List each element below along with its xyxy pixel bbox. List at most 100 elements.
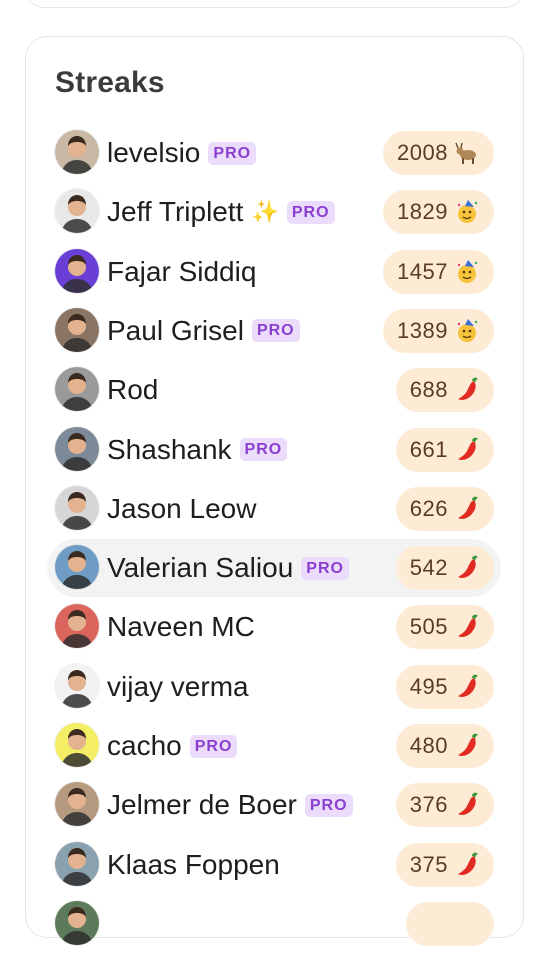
user-name-group: Jeff Triplett ✨ PRO bbox=[107, 183, 335, 241]
streak-count: 495 bbox=[409, 673, 448, 699]
user-name[interactable]: Fajar Siddiq bbox=[107, 256, 256, 288]
streak-row[interactable]: Valerian Saliou PRO 542 bbox=[47, 539, 501, 598]
streak-row[interactable]: Jelmer de Boer PRO 376 bbox=[47, 776, 501, 834]
avatar[interactable] bbox=[55, 189, 99, 234]
user-name[interactable]: Naveen MC bbox=[107, 611, 255, 643]
streak-row[interactable]: Fajar Siddiq 1457 bbox=[47, 243, 501, 301]
streak-row[interactable] bbox=[47, 895, 501, 953]
streak-row[interactable]: vijay verma 495 bbox=[47, 658, 501, 716]
streak-count: 1389 bbox=[397, 317, 448, 343]
avatar[interactable] bbox=[55, 426, 99, 471]
user-name-group: Fajar Siddiq bbox=[107, 243, 256, 301]
streak-badge: 1457 bbox=[383, 249, 494, 294]
user-name[interactable]: Shashank bbox=[107, 434, 232, 466]
pro-badge: PRO bbox=[304, 793, 353, 817]
streak-row[interactable]: Jeff Triplett ✨ PRO 1829 bbox=[47, 183, 501, 241]
user-name-group: Shashank PRO bbox=[107, 421, 288, 479]
chili-pepper-icon bbox=[454, 614, 480, 640]
user-name[interactable]: Valerian Saliou bbox=[107, 552, 293, 584]
user-name-group: Valerian Saliou PRO bbox=[107, 539, 349, 597]
user-name-group: Naveen MC bbox=[107, 598, 255, 656]
streak-badge: 688 bbox=[395, 368, 494, 413]
streak-row[interactable]: levelsio PRO 2008 bbox=[47, 124, 501, 182]
avatar[interactable] bbox=[55, 723, 99, 767]
user-name-group: cacho PRO bbox=[107, 717, 238, 775]
party-face-icon bbox=[454, 199, 480, 225]
sparkle-icon: ✨ bbox=[251, 199, 279, 225]
avatar[interactable] bbox=[55, 367, 99, 412]
streak-badge: 495 bbox=[395, 664, 494, 709]
streak-badge: 542 bbox=[395, 546, 494, 591]
streak-badge: 1829 bbox=[383, 190, 494, 235]
user-name-group: Rod bbox=[107, 361, 158, 419]
user-name[interactable]: levelsio bbox=[107, 137, 200, 169]
chili-pepper-icon bbox=[454, 555, 480, 581]
user-name-group: vijay verma bbox=[107, 658, 249, 716]
streak-row[interactable]: Klaas Foppen 375 bbox=[47, 836, 501, 894]
party-face-icon bbox=[454, 259, 480, 285]
user-name-group: Jelmer de Boer PRO bbox=[107, 776, 353, 834]
streak-count: 376 bbox=[409, 792, 448, 818]
user-name[interactable]: Jeff Triplett bbox=[107, 196, 243, 228]
chili-pepper-icon bbox=[454, 437, 480, 463]
pro-badge: PRO bbox=[301, 556, 349, 580]
user-name[interactable]: Rod bbox=[107, 374, 158, 406]
streak-count: 688 bbox=[409, 377, 448, 403]
streak-count: 375 bbox=[409, 851, 448, 877]
chili-pepper-icon bbox=[454, 733, 480, 759]
streak-row[interactable]: Jason Leow 626 bbox=[47, 480, 501, 538]
avatar[interactable] bbox=[55, 900, 99, 945]
streak-badge: 1389 bbox=[383, 308, 494, 353]
avatar[interactable] bbox=[55, 782, 99, 827]
user-name[interactable]: vijay verma bbox=[107, 671, 249, 703]
streak-badge: 2008 bbox=[383, 131, 494, 175]
user-name[interactable]: Klaas Foppen bbox=[107, 849, 280, 881]
panel-title: Streaks bbox=[55, 66, 165, 99]
streak-badge: 661 bbox=[395, 427, 494, 472]
user-name-group: levelsio PRO bbox=[107, 124, 257, 182]
streak-count: 1829 bbox=[397, 199, 448, 225]
chili-pepper-icon bbox=[454, 792, 480, 818]
streak-count: 1457 bbox=[397, 258, 448, 284]
user-name-group: Jason Leow bbox=[107, 480, 256, 538]
avatar[interactable] bbox=[55, 485, 99, 530]
user-name[interactable]: Jelmer de Boer bbox=[107, 789, 297, 821]
party-face-icon bbox=[454, 318, 480, 344]
pro-badge: PRO bbox=[239, 438, 288, 461]
avatar[interactable] bbox=[55, 248, 99, 293]
avatar[interactable] bbox=[55, 307, 99, 352]
user-name-group: Paul Grisel PRO bbox=[107, 302, 300, 360]
streak-count: 626 bbox=[409, 495, 448, 521]
user-name[interactable]: Paul Grisel bbox=[107, 315, 244, 347]
avatar[interactable] bbox=[55, 663, 99, 708]
goat-icon bbox=[454, 140, 480, 166]
streak-row[interactable]: Rod 688 bbox=[47, 361, 501, 419]
streak-count: 542 bbox=[409, 555, 448, 581]
user-name-group: Klaas Foppen bbox=[107, 836, 280, 894]
streak-row[interactable]: Shashank PRO 661 bbox=[47, 421, 501, 479]
streak-count: 661 bbox=[409, 436, 448, 462]
previous-card bbox=[25, 0, 524, 8]
streak-badge: 376 bbox=[395, 783, 494, 828]
streak-row[interactable]: cacho PRO 480 bbox=[47, 717, 501, 775]
chili-pepper-icon bbox=[454, 496, 480, 522]
streak-row[interactable]: Paul Grisel PRO 1389 bbox=[47, 302, 501, 360]
streak-badge: 480 bbox=[395, 724, 494, 768]
chili-pepper-icon bbox=[454, 674, 480, 700]
streak-count: 2008 bbox=[397, 140, 448, 165]
streak-badge bbox=[406, 901, 494, 946]
user-name[interactable]: Jason Leow bbox=[107, 493, 256, 525]
avatar[interactable] bbox=[55, 545, 99, 590]
avatar[interactable] bbox=[55, 841, 99, 886]
streak-count: 505 bbox=[409, 614, 448, 640]
streak-row[interactable]: Naveen MC 505 bbox=[47, 598, 501, 656]
pro-badge: PRO bbox=[208, 141, 257, 165]
pro-badge: PRO bbox=[286, 200, 335, 224]
streak-badge: 626 bbox=[395, 486, 494, 531]
chili-pepper-icon bbox=[454, 852, 480, 878]
pro-badge: PRO bbox=[251, 319, 300, 343]
user-name[interactable]: cacho bbox=[107, 730, 182, 762]
chili-pepper-icon bbox=[454, 377, 480, 403]
avatar[interactable] bbox=[55, 604, 99, 649]
avatar[interactable] bbox=[55, 130, 99, 174]
